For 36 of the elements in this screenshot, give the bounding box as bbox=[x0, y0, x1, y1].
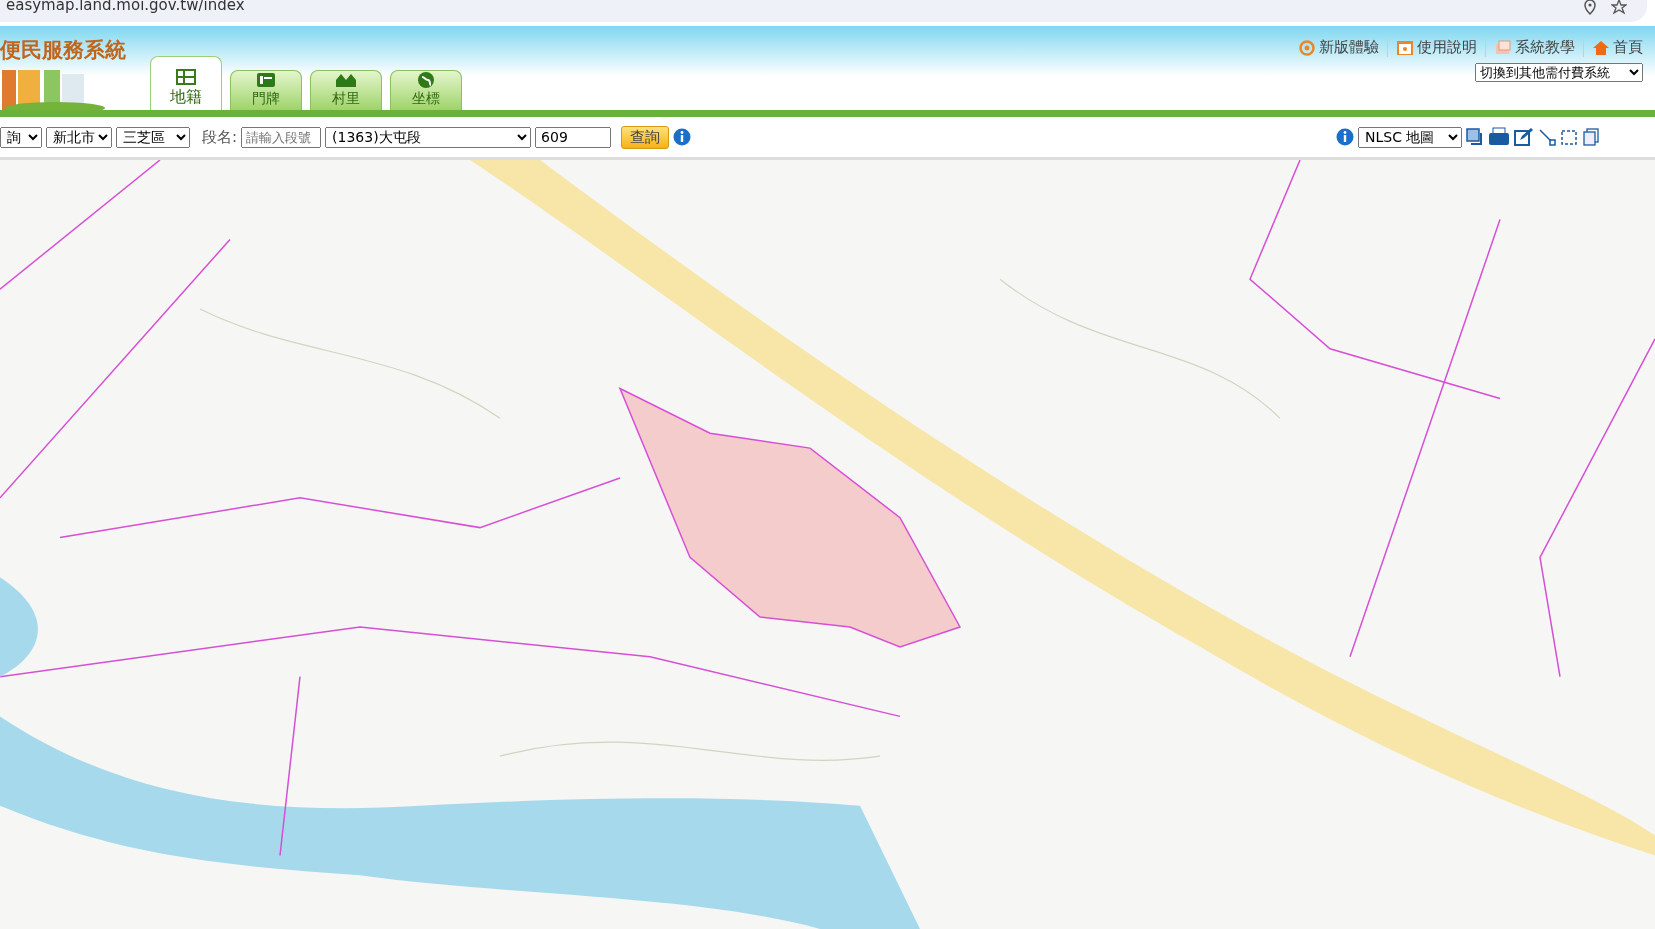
info-icon[interactable] bbox=[1336, 128, 1354, 146]
measure-icon[interactable] bbox=[1538, 128, 1556, 146]
copy-icon[interactable] bbox=[1582, 128, 1600, 146]
system-select[interactable]: 切換到其他需付費系統 bbox=[1475, 63, 1643, 82]
header-link[interactable]: 首頁 bbox=[1592, 38, 1643, 57]
globe-icon bbox=[415, 71, 437, 89]
ring-icon bbox=[1298, 39, 1316, 56]
header-link[interactable]: 新版體驗 bbox=[1298, 38, 1379, 57]
site-title: 便民服務系統 bbox=[0, 37, 126, 64]
edit-icon[interactable] bbox=[1514, 128, 1534, 146]
query-type-select[interactable]: 詢 bbox=[0, 126, 42, 148]
tab[interactable]: 坐標 bbox=[390, 70, 462, 110]
area-icon[interactable] bbox=[1560, 128, 1578, 146]
district-select[interactable]: 三芝區 bbox=[116, 126, 190, 148]
search-button[interactable]: 查詢 bbox=[621, 125, 670, 149]
section-code-field[interactable]: 請輸入段號 bbox=[241, 126, 322, 148]
info-icon[interactable] bbox=[673, 128, 692, 146]
tab[interactable]: 門牌 bbox=[230, 70, 302, 110]
sign-icon bbox=[255, 71, 277, 89]
header-link[interactable]: 系統教學 bbox=[1494, 38, 1575, 57]
location-icon[interactable] bbox=[1583, 0, 1597, 15]
section-select[interactable]: (1363)大屯段 bbox=[325, 126, 532, 148]
city-select[interactable]: 新北市 bbox=[46, 126, 112, 148]
help-icon bbox=[1396, 39, 1414, 56]
picture-frame-icon bbox=[1494, 39, 1512, 56]
layer-icon[interactable] bbox=[1466, 128, 1484, 146]
basemap-select[interactable]: NLSC 地圖 bbox=[1358, 126, 1462, 148]
star-icon[interactable] bbox=[1611, 0, 1627, 15]
printer-icon[interactable] bbox=[1488, 127, 1510, 147]
section-label: 段名: bbox=[202, 127, 238, 147]
tab[interactable]: 村里 bbox=[310, 70, 382, 110]
grid-icon bbox=[175, 68, 197, 86]
header-link[interactable]: 使用說明 bbox=[1396, 38, 1477, 57]
tab[interactable]: 地籍 bbox=[150, 56, 222, 110]
home-icon bbox=[1592, 39, 1610, 56]
parcel-field[interactable]: 609 bbox=[535, 126, 612, 148]
